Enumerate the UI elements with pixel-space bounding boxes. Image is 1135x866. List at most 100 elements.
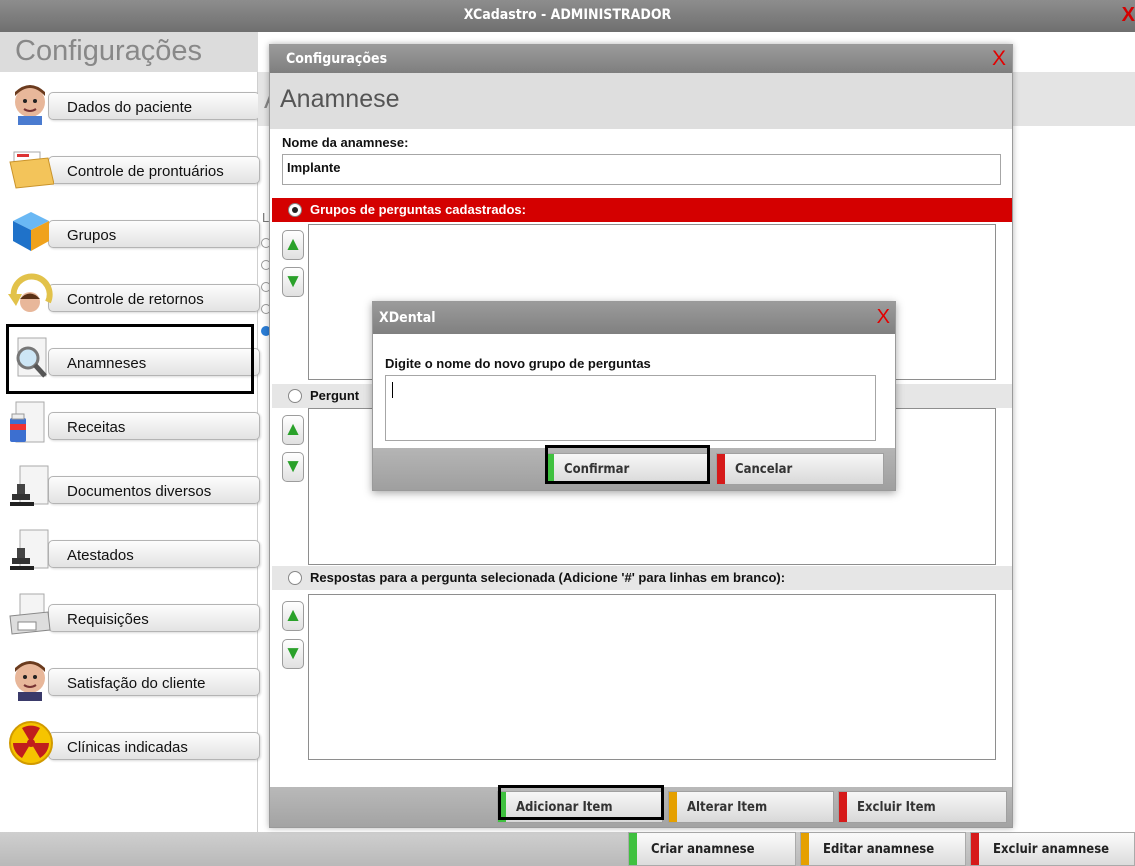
edit-anamnese-label: Editar anamnese — [823, 842, 935, 857]
modal-close-icon[interactable]: X — [877, 306, 890, 329]
red-indicator — [839, 792, 847, 822]
cube-icon — [13, 212, 49, 251]
sidebar-item-label: Clínicas indicadas — [67, 739, 188, 756]
arrow-up-icon: ▲ — [283, 605, 303, 626]
anamnese-name-label: Nome da anamnese: — [282, 135, 409, 150]
red-indicator — [971, 833, 979, 865]
modal-title: XDental — [379, 310, 436, 326]
move-up-button[interactable]: ▲ — [282, 415, 304, 445]
groups-radio[interactable] — [288, 203, 302, 217]
arrow-up-icon: ▲ — [283, 234, 303, 255]
sidebar-button[interactable]: Requisições — [48, 604, 260, 632]
red-indicator — [717, 454, 725, 484]
sidebar-item-requisicoes[interactable]: Requisições — [8, 592, 260, 648]
modal-prompt: Digite o nome do novo grupo de perguntas — [385, 356, 651, 371]
sidebar-item-label: Atestados — [67, 547, 134, 564]
sidebar-item-receitas[interactable]: Receitas — [8, 400, 260, 456]
folder-records-icon — [9, 151, 54, 189]
return-arrow-icon — [8, 273, 53, 312]
orange-indicator — [801, 833, 809, 865]
sidebar-button[interactable]: Grupos — [48, 220, 260, 248]
sidebar-item-clinicas-indicadas[interactable]: Clínicas indicadas — [8, 720, 260, 776]
sidebar-button[interactable]: Atestados — [48, 540, 260, 568]
app-close-icon[interactable]: X — [1122, 4, 1135, 27]
questions-section-label: Pergunt — [310, 388, 360, 403]
config-dialog-close-icon[interactable]: X — [992, 47, 1006, 71]
client-face-icon — [15, 661, 45, 701]
bottom-toolbar: Criar anamnese Editar anamnese Excluir a… — [0, 832, 1135, 866]
highlight-add-item — [498, 785, 664, 820]
create-anamnese-label: Criar anamnese — [651, 842, 755, 857]
app-title-bar: XCadastro - ADMINISTRADOR X — [0, 0, 1135, 32]
sidebar-button[interactable]: Controle de prontuários — [48, 156, 260, 184]
prescription-icon — [10, 401, 45, 443]
stamp-document-icon — [10, 529, 49, 570]
delete-anamnese-label: Excluir anamnese — [993, 842, 1110, 857]
sidebar: Dados do paciente Controle de prontuário… — [0, 72, 260, 832]
sidebar-item-label: Dados do paciente — [67, 99, 193, 116]
sidebar-item-label: Requisições — [67, 611, 149, 628]
edit-item-label: Alterar Item — [687, 800, 768, 815]
sidebar-button[interactable]: Controle de retornos — [48, 284, 260, 312]
sidebar-item-label: Satisfação do cliente — [67, 675, 206, 692]
answers-radio[interactable] — [288, 571, 302, 585]
move-up-button[interactable]: ▲ — [282, 601, 304, 631]
highlight-anamneses — [6, 324, 254, 394]
delete-item-label: Excluir Item — [857, 800, 936, 815]
text-caret — [392, 382, 393, 398]
delete-anamnese-button[interactable]: Excluir anamnese — [970, 832, 1135, 866]
green-indicator — [629, 833, 637, 865]
groups-section-bar[interactable]: Grupos de perguntas cadastrados: — [272, 198, 1012, 222]
move-down-button[interactable]: ▼ — [282, 452, 304, 482]
sidebar-item-satisfacao-cliente[interactable]: Satisfação do cliente — [8, 656, 260, 712]
sidebar-item-controle-retornos[interactable]: Controle de retornos — [8, 272, 260, 328]
arrow-down-icon: ▼ — [283, 456, 303, 477]
answers-section-bar[interactable]: Respostas para a pergunta selecionada (A… — [272, 566, 1012, 590]
stamp-document-icon — [10, 465, 49, 506]
questions-radio[interactable] — [288, 389, 302, 403]
edit-item-button[interactable]: Alterar Item — [668, 791, 834, 823]
move-up-button[interactable]: ▲ — [282, 230, 304, 260]
sidebar-button[interactable]: Documentos diversos — [48, 476, 260, 504]
cancel-button[interactable]: Cancelar — [716, 453, 884, 485]
radiation-icon — [9, 721, 53, 765]
cancel-label: Cancelar — [735, 462, 793, 477]
section-title: Configurações — [15, 35, 202, 67]
sidebar-item-controle-prontuarios[interactable]: Controle de prontuários — [8, 144, 260, 200]
config-dialog-header: Anamnese — [270, 73, 1012, 129]
arrow-down-icon: ▼ — [283, 643, 303, 664]
app-title: XCadastro - ADMINISTRADOR — [463, 7, 672, 23]
move-down-button[interactable]: ▼ — [282, 267, 304, 297]
sidebar-button[interactable]: Receitas — [48, 412, 260, 440]
modal-title-bar: XDental X — [373, 302, 895, 334]
sidebar-item-label: Grupos — [67, 227, 117, 244]
config-dialog-heading: Anamnese — [280, 85, 400, 113]
create-anamnese-button[interactable]: Criar anamnese — [628, 832, 796, 866]
sidebar-item-label: Documentos diversos — [67, 483, 212, 500]
sidebar-item-label: Controle de prontuários — [67, 163, 224, 180]
section-header: Configurações — [0, 32, 258, 72]
patient-face-icon — [15, 85, 45, 125]
sidebar-button[interactable]: Dados do paciente — [48, 92, 260, 120]
printer-icon — [9, 593, 51, 635]
sidebar-item-documentos-diversos[interactable]: Documentos diversos — [8, 464, 260, 520]
sidebar-item-dados-paciente[interactable]: Dados do paciente — [8, 80, 260, 136]
answers-list[interactable] — [308, 594, 996, 760]
highlight-confirm — [545, 445, 710, 484]
anamnese-name-field[interactable]: Implante — [282, 154, 1001, 185]
answers-section-label: Respostas para a pergunta selecionada (A… — [310, 570, 786, 585]
orange-indicator — [669, 792, 677, 822]
sidebar-item-label: Receitas — [67, 419, 126, 436]
group-name-input[interactable] — [385, 375, 876, 441]
delete-item-button[interactable]: Excluir Item — [838, 791, 1007, 823]
sidebar-item-label: Controle de retornos — [67, 291, 204, 308]
edit-anamnese-button[interactable]: Editar anamnese — [800, 832, 966, 866]
groups-section-label: Grupos de perguntas cadastrados: — [310, 202, 526, 217]
sidebar-item-atestados[interactable]: Atestados — [8, 528, 260, 584]
sidebar-item-grupos[interactable]: Grupos — [8, 208, 260, 264]
arrow-down-icon: ▼ — [283, 271, 303, 292]
move-down-button[interactable]: ▼ — [282, 639, 304, 669]
sidebar-button[interactable]: Clínicas indicadas — [48, 732, 260, 760]
arrow-up-icon: ▲ — [283, 419, 303, 440]
sidebar-button[interactable]: Satisfação do cliente — [48, 668, 260, 696]
